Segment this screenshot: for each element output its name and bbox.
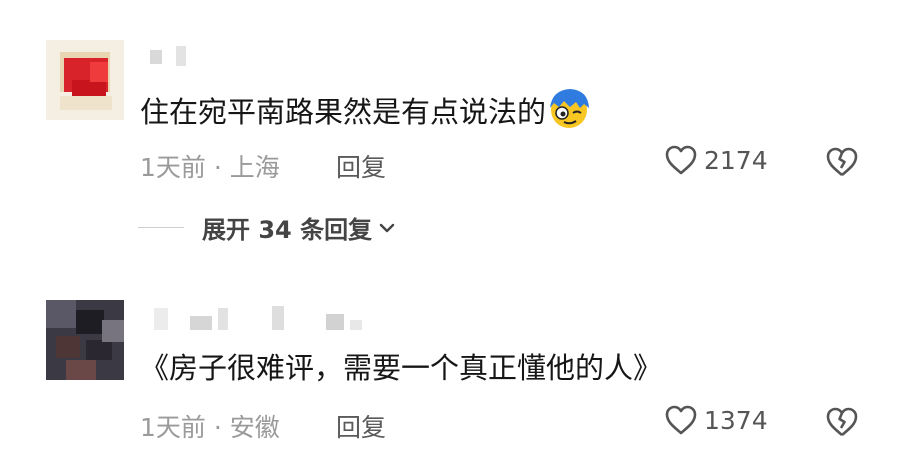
like-button[interactable]: 2174 [664,144,768,176]
comment-text: 住在宛平南路果然是有点说法的 [140,86,592,134]
comment-meta: 1天前 · 安徽 [140,408,280,444]
broken-heart-icon[interactable] [824,146,860,178]
dislike-button[interactable] [824,146,860,182]
username-pixelated[interactable] [150,306,410,332]
meta-separator: · [205,153,230,182]
comment-location: 上海 [229,153,280,182]
comment-time: 1天前 [140,153,206,182]
reply-button[interactable]: 回复 [336,408,386,444]
heart-outline-icon[interactable] [664,404,698,436]
comment-meta: 1天前 · 上海 [140,148,280,184]
comment-text: 《房子很难评，需要一个真正懂他的人》 [140,346,662,390]
heart-outline-icon[interactable] [664,144,698,176]
broken-heart-icon[interactable] [824,406,860,438]
expand-replies-button[interactable]: 展开 34 条回复 [138,210,396,245]
like-count: 1374 [704,405,768,435]
chevron-down-icon[interactable] [378,221,396,235]
like-button[interactable]: 1374 [664,404,768,436]
comment-location: 安徽 [229,413,280,442]
avatar[interactable] [46,300,124,380]
reply-button[interactable]: 回复 [336,148,386,184]
comment-time: 1天前 [140,413,206,442]
expand-replies-label[interactable]: 展开 34 条回复 [202,210,372,245]
divider-line [138,227,184,228]
username-pixelated[interactable] [150,46,410,72]
like-count: 2174 [704,145,768,175]
dislike-button[interactable] [824,406,860,442]
comment-text-content: 《房子很难评，需要一个真正懂他的人》 [140,351,663,385]
dizzy-face-emoji-icon [546,86,592,130]
comment-text-content: 住在宛平南路果然是有点说法的 [140,95,547,129]
avatar[interactable] [46,40,124,120]
meta-separator: · [205,413,230,442]
